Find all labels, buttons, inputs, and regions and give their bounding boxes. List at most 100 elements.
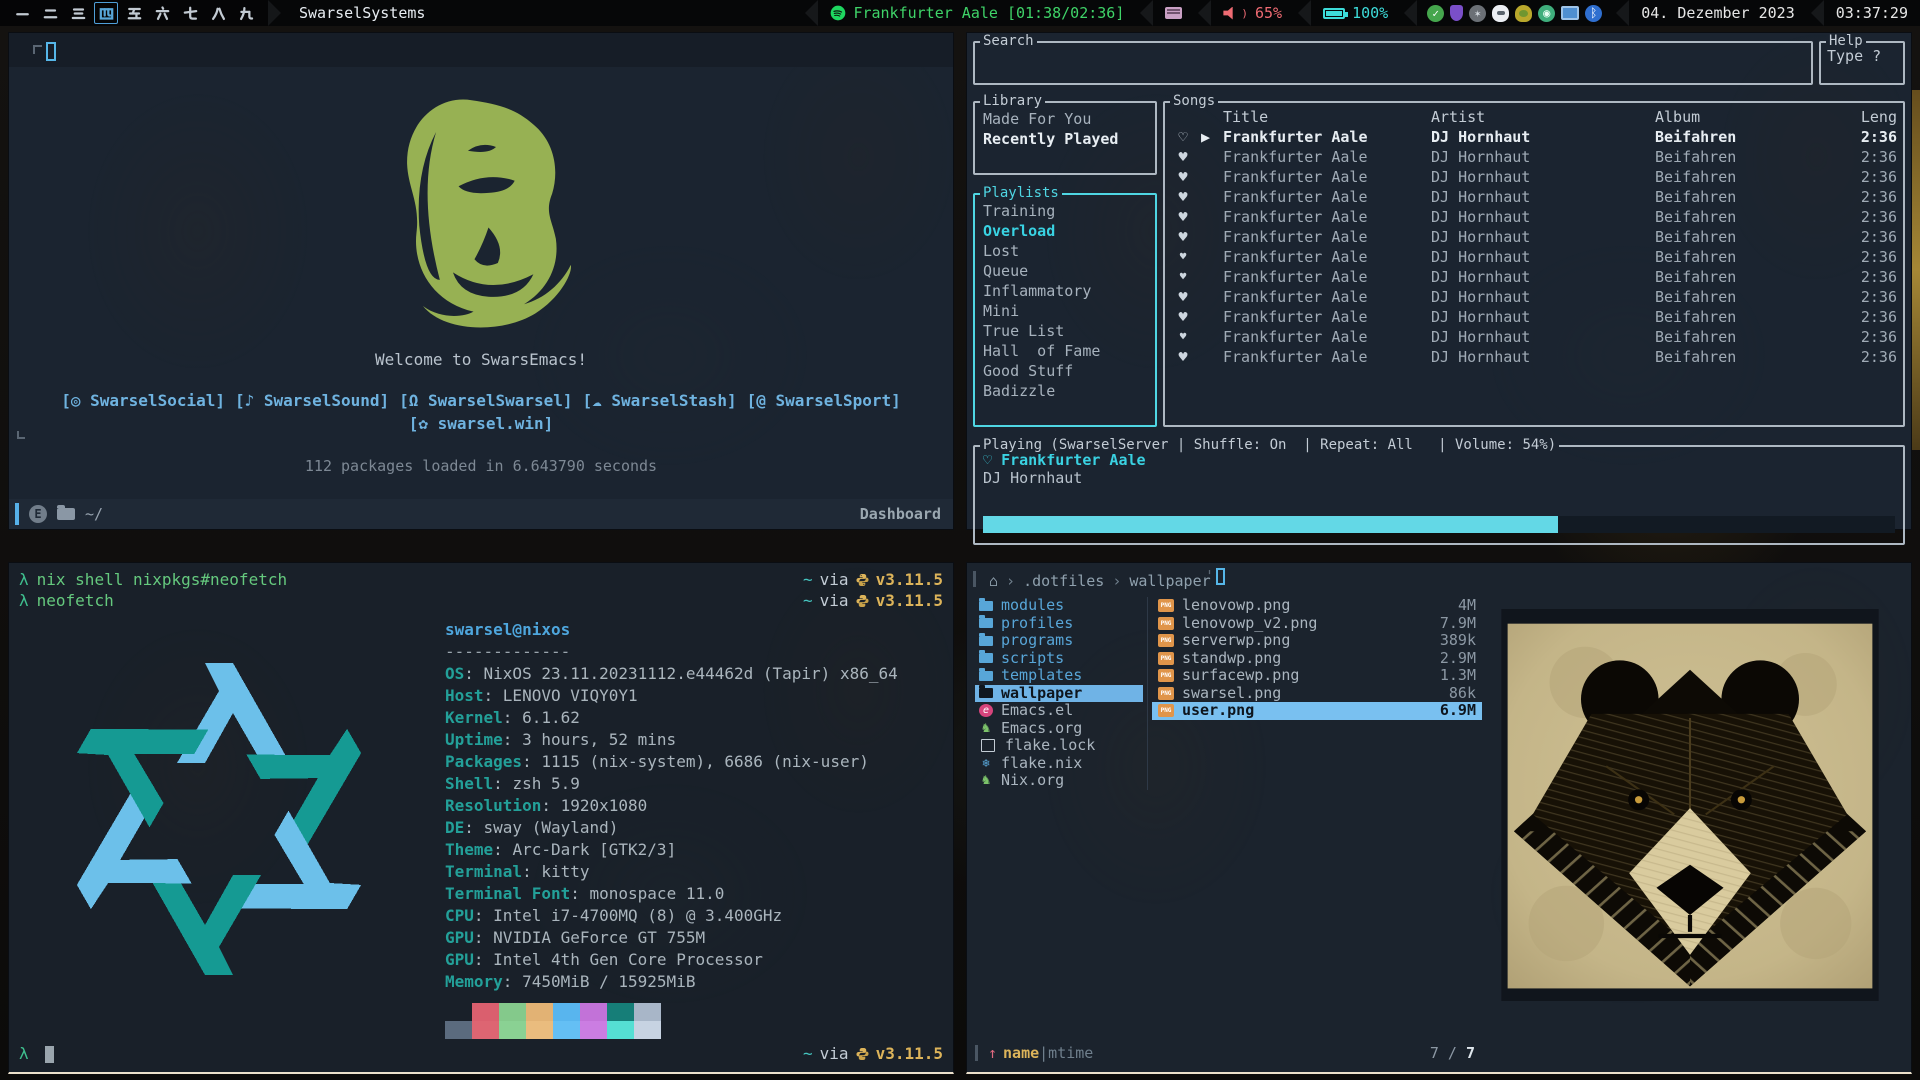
- workspace-7[interactable]: [178, 2, 202, 24]
- workspace-8[interactable]: [206, 2, 230, 24]
- dir-item-modules[interactable]: modules: [975, 597, 1143, 615]
- dir-item-emacs.org[interactable]: ♞Emacs.org: [975, 720, 1143, 738]
- dashboard-button-SwarselSport[interactable]: [@ SwarselSport]: [747, 391, 901, 410]
- now-playing-module[interactable]: Frankfurter Aale [01:38/02:36]: [818, 0, 1136, 26]
- list-item-overload[interactable]: Overload: [975, 221, 1155, 241]
- song-row-6[interactable]: ♥Frankfurter AaleDJ HornhautBeifahren2:3…: [1165, 227, 1903, 247]
- song-row-1[interactable]: ♡▶Frankfurter AaleDJ HornhautBeifahren2:…: [1165, 127, 1903, 147]
- keyboard-module[interactable]: [1153, 0, 1194, 26]
- list-item-training[interactable]: Training: [975, 201, 1155, 221]
- workspace-2[interactable]: [38, 2, 62, 24]
- music-player-window: Search Help Type ? Library Made For YouR…: [966, 32, 1912, 530]
- song-row-3[interactable]: ♥Frankfurter AaleDJ HornhautBeifahren2:3…: [1165, 167, 1903, 187]
- list-item-lost[interactable]: Lost: [975, 241, 1155, 261]
- nix-file-icon: ❄: [979, 755, 993, 773]
- dir-item-nix.org[interactable]: ♞Nix.org: [975, 772, 1143, 790]
- song-row-7[interactable]: ♥Frankfurter AaleDJ HornhautBeifahren2:3…: [1165, 247, 1903, 267]
- swarsemacs-logo: [376, 89, 586, 336]
- python-icon: [856, 594, 869, 608]
- shell-line: λnix shell nixpkgs#neofetch ~ via v3.11.…: [19, 569, 943, 590]
- list-item-made-for-you[interactable]: Made For You: [975, 109, 1155, 129]
- file-row-lenovowp_v2.png[interactable]: PNGlenovowp_v2.png7.9M: [1152, 615, 1482, 633]
- workspace-1[interactable]: [10, 2, 34, 24]
- song-row-8[interactable]: ♥Frankfurter AaleDJ HornhautBeifahren2:3…: [1165, 267, 1903, 287]
- via-text: via: [820, 569, 849, 590]
- volume-module[interactable]: ) 65%: [1211, 0, 1294, 26]
- dashboard-button-SwarselSwarsel[interactable]: [Ω SwarselSwarsel]: [399, 391, 572, 410]
- swarsel-win-link[interactable]: [✿ swarsel.win]: [409, 414, 554, 433]
- search-input[interactable]: Search: [973, 41, 1813, 85]
- songs-box: Songs TitleArtistAlbumLeng♡▶Frankfurter …: [1163, 101, 1905, 427]
- terminal-color-palette: [445, 1003, 898, 1039]
- shield-icon[interactable]: [1450, 5, 1463, 21]
- discord-icon[interactable]: [1492, 5, 1509, 22]
- steam-icon[interactable]: ✶: [1469, 5, 1486, 22]
- dir-item-profiles[interactable]: profiles: [975, 615, 1143, 633]
- file-row-surfacewp.png[interactable]: PNGsurfacewp.png1.3M: [1152, 667, 1482, 685]
- dir-item-flake.nix[interactable]: ❄flake.nix: [975, 755, 1143, 773]
- song-row-2[interactable]: ♥Frankfurter AaleDJ HornhautBeifahren2:3…: [1165, 147, 1903, 167]
- buffer-path: ~/: [85, 505, 103, 523]
- song-row-9[interactable]: ♥Frankfurter AaleDJ HornhautBeifahren2:3…: [1165, 287, 1903, 307]
- palette-swatch: [607, 1003, 634, 1021]
- list-item-good-stuff[interactable]: Good Stuff: [975, 361, 1155, 381]
- workspace-5[interactable]: [122, 2, 146, 24]
- battery-module[interactable]: 100%: [1311, 0, 1400, 26]
- song-row-11[interactable]: ♥Frankfurter AaleDJ HornhautBeifahren2:3…: [1165, 327, 1903, 347]
- song-row-10[interactable]: ♥Frankfurter AaleDJ HornhautBeifahren2:3…: [1165, 307, 1903, 327]
- palette-swatch: [553, 1003, 580, 1021]
- file-row-serverwp.png[interactable]: PNGserverwp.png389k: [1152, 632, 1482, 650]
- file-row-lenovowp.png[interactable]: PNGlenovowp.png4M: [1152, 597, 1482, 615]
- speaker-wave-icon: ): [1241, 7, 1248, 20]
- sort-alt[interactable]: |mtime: [1039, 1044, 1093, 1062]
- breadcrumb-wallpaper[interactable]: wallpaper: [1129, 572, 1210, 590]
- list-item-inflammatory[interactable]: Inflammatory: [975, 281, 1155, 301]
- workspace-4[interactable]: [94, 2, 118, 24]
- neofetch-entry-shell: Shell: zsh 5.9: [445, 773, 898, 795]
- list-item-true-list[interactable]: True List: [975, 321, 1155, 341]
- battery-text: 100%: [1352, 4, 1388, 22]
- clock-module[interactable]: 03:37:29: [1824, 0, 1920, 26]
- home-icon[interactable]: ⌂: [989, 572, 998, 590]
- terminal-window[interactable]: λnix shell nixpkgs#neofetch ~ via v3.11.…: [8, 562, 954, 1074]
- png-file-icon: PNG: [1158, 634, 1174, 647]
- turtle-icon[interactable]: [1515, 5, 1532, 22]
- list-item-badizzle[interactable]: Badizzle: [975, 381, 1155, 401]
- workspace-6[interactable]: [150, 2, 174, 24]
- display-icon[interactable]: [1561, 6, 1579, 20]
- tab-indicator[interactable]: [46, 42, 56, 61]
- folder-icon: [979, 618, 993, 628]
- file-row-swarsel.png[interactable]: PNGswarsel.png86k: [1152, 685, 1482, 703]
- dashboard-button-SwarselSound[interactable]: [♪ SwarselSound]: [235, 391, 389, 410]
- file-row-standwp.png[interactable]: PNGstandwp.png2.9M: [1152, 650, 1482, 668]
- list-item-mini[interactable]: Mini: [975, 301, 1155, 321]
- bluetooth-icon[interactable]: ᛒ: [1585, 5, 1602, 22]
- date-module[interactable]: 04. Dezember 2023: [1629, 0, 1807, 26]
- dir-item-templates[interactable]: templates: [975, 667, 1143, 685]
- checkmark-icon[interactable]: ✓: [1427, 5, 1444, 22]
- sort-key[interactable]: name: [1003, 1044, 1039, 1062]
- help-box: Help Type ?: [1819, 41, 1905, 85]
- song-row-4[interactable]: ♥Frankfurter AaleDJ HornhautBeifahren2:3…: [1165, 187, 1903, 207]
- list-item-queue[interactable]: Queue: [975, 261, 1155, 281]
- song-row-5[interactable]: ♥Frankfurter AaleDJ HornhautBeifahren2:3…: [1165, 207, 1903, 227]
- dir-item-scripts[interactable]: scripts: [975, 650, 1143, 668]
- dir-item-emacs.el[interactable]: eEmacs.el: [975, 702, 1143, 720]
- module-separator: [805, 0, 818, 26]
- file-row-user.png[interactable]: PNGuser.png6.9M: [1152, 702, 1482, 720]
- progress-bar[interactable]: [983, 516, 1895, 533]
- workspace-9[interactable]: [234, 2, 258, 24]
- workspace-3[interactable]: [66, 2, 90, 24]
- list-item-hall-of-fame[interactable]: Hall of Fame: [975, 341, 1155, 361]
- dir-item-wallpaper[interactable]: wallpaper: [975, 685, 1143, 703]
- module-separator: [1404, 0, 1417, 26]
- breadcrumb-dotfiles[interactable]: .dotfiles: [1023, 572, 1104, 590]
- list-item-recently-played[interactable]: Recently Played: [975, 129, 1155, 149]
- syncthing-icon[interactable]: ◉: [1538, 5, 1555, 22]
- song-row-12[interactable]: ♥Frankfurter AaleDJ HornhautBeifahren2:3…: [1165, 347, 1903, 367]
- dashboard-button-SwarselSocial[interactable]: [◎ SwarselSocial]: [61, 391, 225, 410]
- shell-prompt-line[interactable]: λ ~ via v3.11.5: [19, 1043, 943, 1064]
- dashboard-button-SwarselStash[interactable]: [☁ SwarselStash]: [583, 391, 737, 410]
- dir-item-flake.lock[interactable]: flake.lock: [975, 737, 1143, 755]
- dir-item-programs[interactable]: programs: [975, 632, 1143, 650]
